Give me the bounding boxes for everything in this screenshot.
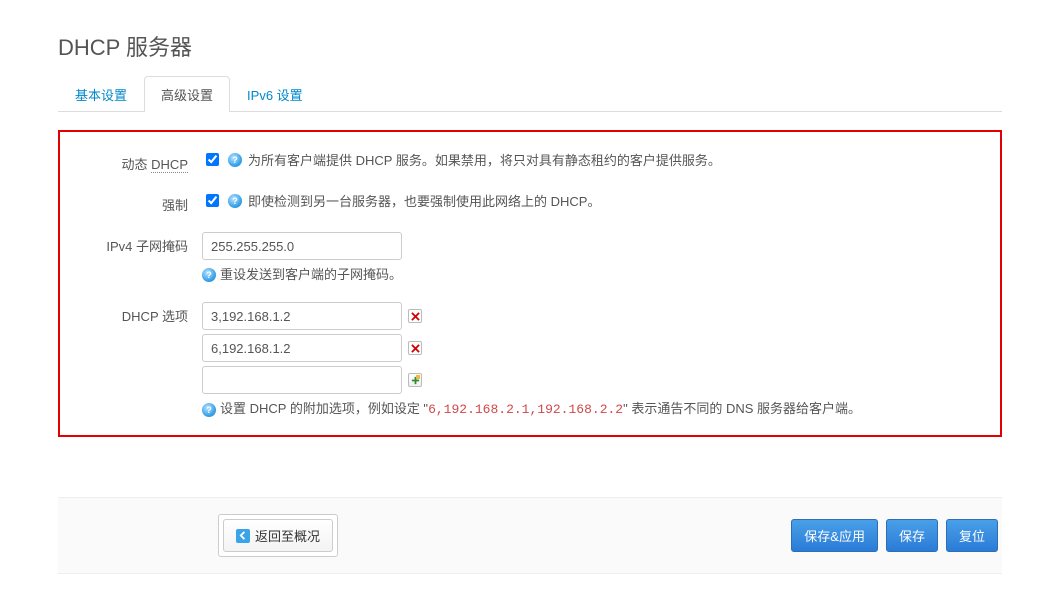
reset-button[interactable]: 复位 xyxy=(946,519,998,552)
delete-icon[interactable] xyxy=(408,309,422,323)
help-dhcp-options: 设置 DHCP 的附加选项，例如设定 "6,192.168.2.1,192.16… xyxy=(220,400,861,419)
back-arrow-icon xyxy=(236,529,250,543)
label-dhcp-options: DHCP 选项 xyxy=(76,302,202,419)
help-icon: ? xyxy=(228,194,242,208)
footer: 返回至概况 保存&应用 保存 复位 xyxy=(58,497,1002,574)
tab-advanced[interactable]: 高级设置 xyxy=(144,76,230,112)
input-dhcp-option-1[interactable] xyxy=(202,334,402,362)
help-force: 即使检测到另一台服务器，也要强制使用此网络上的 DHCP。 xyxy=(248,191,600,210)
label-dyndhcp: 动态 DHCP xyxy=(76,150,202,173)
input-netmask[interactable] xyxy=(202,232,402,260)
input-dhcp-option-new[interactable] xyxy=(202,366,402,394)
save-button[interactable]: 保存 xyxy=(886,519,938,552)
page-title: DHCP 服务器 xyxy=(58,30,1002,62)
tab-basic[interactable]: 基本设置 xyxy=(58,76,144,112)
tab-ipv6[interactable]: IPv6 设置 xyxy=(230,76,320,112)
checkbox-dyndhcp[interactable] xyxy=(206,153,219,166)
help-icon: ? xyxy=(202,268,216,282)
help-dyndhcp: 为所有客户端提供 DHCP 服务。如果禁用，将只对具有静态租约的客户提供服务。 xyxy=(248,150,721,169)
label-netmask: IPv4 子网掩码 xyxy=(76,232,202,284)
label-force: 强制 xyxy=(76,191,202,214)
delete-icon[interactable] xyxy=(408,341,422,355)
back-box: 返回至概况 xyxy=(218,514,338,557)
input-dhcp-option-0[interactable] xyxy=(202,302,402,330)
help-icon: ? xyxy=(202,403,216,417)
help-netmask: 重设发送到客户端的子网掩码。 xyxy=(220,266,402,284)
advanced-panel: 动态 DHCP ? 为所有客户端提供 DHCP 服务。如果禁用，将只对具有静态租… xyxy=(58,130,1002,437)
help-icon: ? xyxy=(228,153,242,167)
checkbox-force[interactable] xyxy=(206,194,219,207)
save-apply-button[interactable]: 保存&应用 xyxy=(791,519,878,552)
back-button[interactable]: 返回至概况 xyxy=(223,519,333,552)
tabs: 基本设置 高级设置 IPv6 设置 xyxy=(58,76,1002,112)
add-icon[interactable] xyxy=(408,373,422,387)
